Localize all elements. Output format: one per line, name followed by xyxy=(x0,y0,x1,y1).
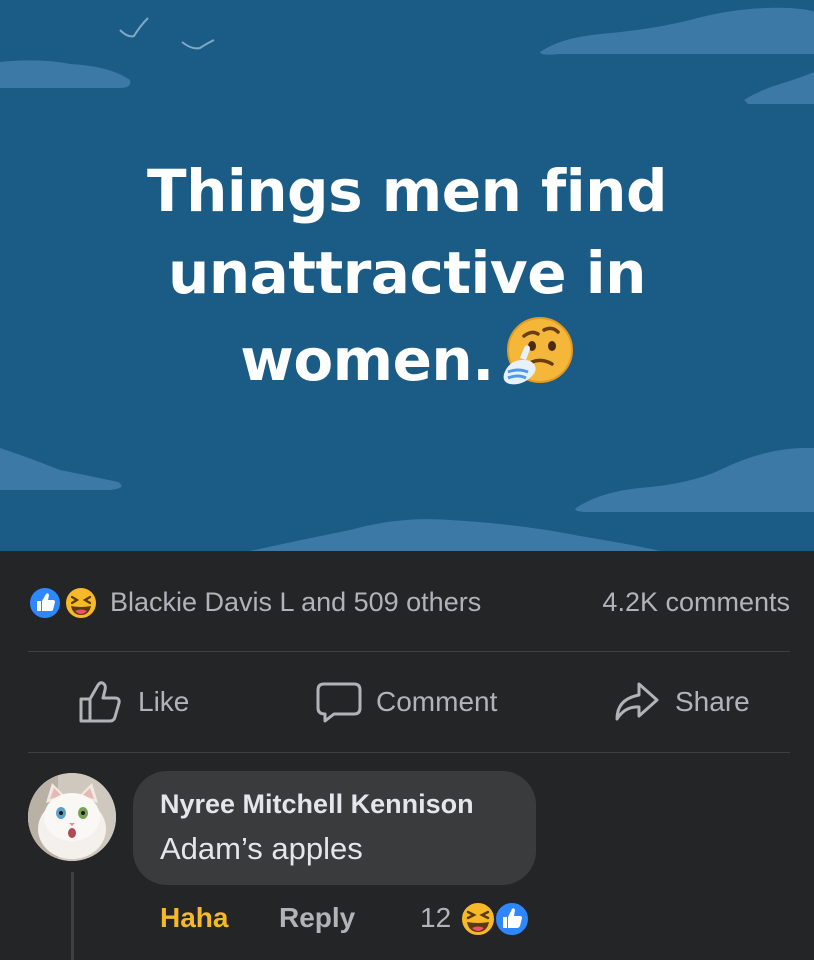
avatar[interactable] xyxy=(28,773,116,861)
post-text-line-last: women. xyxy=(0,314,814,411)
divider xyxy=(28,752,790,753)
bird-shape xyxy=(119,17,149,38)
post-text: Things men find unattractive in women. xyxy=(0,150,814,411)
like-label: Like xyxy=(138,686,190,717)
post-text-line: unattractive in xyxy=(168,239,646,307)
comment-label: Comment xyxy=(376,686,498,717)
cloud-shape xyxy=(540,7,814,55)
comment-bubble-icon xyxy=(316,682,362,723)
haha-icon xyxy=(460,901,496,937)
comment-button[interactable]: Comment xyxy=(316,670,497,734)
cat-avatar-image xyxy=(28,773,116,861)
comment-bubble[interactable]: Nyree Mitchell Kennison Adam’s apples xyxy=(133,771,536,885)
comments-count[interactable]: 4.2K comments xyxy=(602,587,790,618)
post-text-word: women. xyxy=(240,326,494,394)
reply-button[interactable]: Reply xyxy=(279,902,355,934)
thumbs-up-icon xyxy=(79,681,121,723)
reaction-names[interactable]: Blackie Davis L and 509 others xyxy=(110,587,481,618)
cloud-shape xyxy=(575,448,814,512)
divider xyxy=(28,651,790,652)
thinking-face-icon xyxy=(498,314,574,411)
like-icon xyxy=(494,901,530,937)
post-view: Things men find unattractive in women. B… xyxy=(0,0,814,960)
cloud-shape xyxy=(250,519,660,551)
cloud-shape xyxy=(0,60,131,88)
thread-line xyxy=(71,872,74,960)
comment-author[interactable]: Nyree Mitchell Kennison xyxy=(160,789,474,820)
post-background[interactable]: Things men find unattractive in women. xyxy=(0,0,814,551)
comment-reaction-icons[interactable] xyxy=(460,900,544,938)
like-button[interactable]: Like xyxy=(78,670,189,734)
haha-icon xyxy=(64,586,98,620)
like-icon xyxy=(28,586,62,620)
cloud-shape xyxy=(744,72,814,104)
reaction-icons xyxy=(28,586,102,620)
bird-shape xyxy=(181,39,215,50)
comment-actions: Haha Reply 12 xyxy=(160,898,580,942)
reactions-summary[interactable]: Blackie Davis L and 509 others 4.2K comm… xyxy=(28,583,790,623)
share-arrow-icon xyxy=(615,682,659,721)
post-text-line: Things men find xyxy=(147,157,667,225)
haha-reaction-button[interactable]: Haha xyxy=(160,902,228,934)
share-label: Share xyxy=(675,686,750,717)
cloud-shape xyxy=(0,448,122,490)
share-button[interactable]: Share xyxy=(613,670,750,734)
comment-reaction-count[interactable]: 12 xyxy=(420,902,451,934)
action-bar: Like Comment Share xyxy=(28,670,790,734)
comment-text: Adam’s apples xyxy=(160,831,363,866)
